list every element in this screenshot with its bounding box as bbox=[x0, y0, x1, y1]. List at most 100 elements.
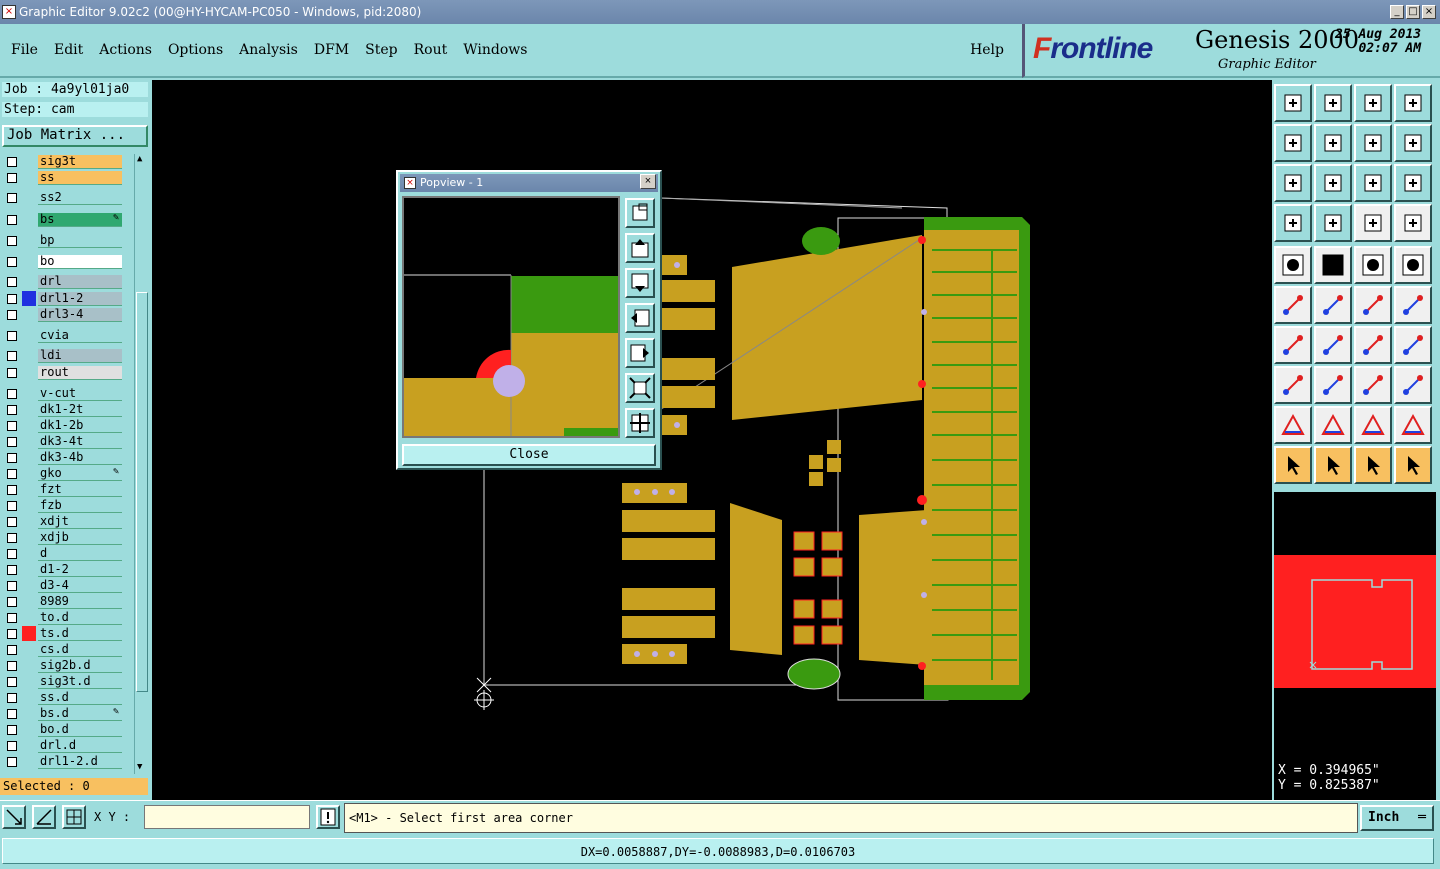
layer-color-swatch[interactable] bbox=[22, 674, 36, 689]
layer-color-swatch[interactable] bbox=[22, 154, 36, 169]
alert-button[interactable] bbox=[316, 805, 340, 829]
scroll-up-icon[interactable]: ▲ bbox=[137, 154, 142, 164]
point-red-button[interactable] bbox=[1354, 286, 1392, 324]
popview-pan-left-button[interactable] bbox=[625, 303, 655, 333]
layer-name[interactable]: bs.d bbox=[38, 706, 122, 721]
mirror-button[interactable] bbox=[1394, 124, 1432, 162]
layer-checkbox[interactable] bbox=[7, 388, 17, 399]
layer-row[interactable]: ss.d bbox=[2, 690, 122, 705]
layer-color-swatch[interactable] bbox=[22, 307, 36, 322]
split-button[interactable] bbox=[1394, 326, 1432, 364]
layer-name[interactable]: cs.d bbox=[38, 642, 122, 657]
popview-zoom-out-button[interactable] bbox=[625, 373, 655, 403]
layer-name[interactable]: drl1-2 bbox=[38, 291, 122, 306]
layer-name[interactable]: d1-2 bbox=[38, 562, 122, 577]
layer-name[interactable]: dk1-2b bbox=[38, 418, 122, 433]
layer-row[interactable]: drl3-4 bbox=[2, 307, 122, 322]
layer-color-swatch[interactable] bbox=[22, 254, 36, 269]
layer-name[interactable]: sig3t bbox=[38, 154, 122, 169]
layer-row[interactable]: xdjt bbox=[2, 514, 122, 529]
layer-checkbox[interactable] bbox=[7, 516, 17, 527]
layer-name[interactable]: gko bbox=[38, 466, 122, 481]
line-blue-button[interactable] bbox=[1314, 326, 1352, 364]
pointer-rotate-button[interactable] bbox=[1354, 446, 1392, 484]
home-button[interactable] bbox=[1354, 84, 1392, 122]
line-red-button[interactable] bbox=[1274, 326, 1312, 364]
layer-row[interactable]: ts.d bbox=[2, 626, 122, 641]
layer-color-swatch[interactable] bbox=[22, 754, 36, 769]
layer-checkbox[interactable] bbox=[7, 436, 17, 447]
menu-dfm[interactable]: DFM bbox=[314, 42, 349, 58]
popview-zoom-in-button[interactable] bbox=[625, 408, 655, 438]
connect-button[interactable] bbox=[1274, 286, 1312, 324]
layer-name[interactable]: v-cut bbox=[38, 386, 122, 401]
popview-pan-right-button[interactable] bbox=[625, 338, 655, 368]
point-blue-button[interactable] bbox=[1394, 286, 1432, 324]
fit-all-button[interactable] bbox=[1314, 164, 1352, 202]
layer-name[interactable]: dk1-2t bbox=[38, 402, 122, 417]
layer-color-swatch[interactable] bbox=[22, 626, 36, 641]
layer-row[interactable]: cvia bbox=[2, 328, 122, 343]
snap-button[interactable] bbox=[2, 805, 26, 829]
layer-row[interactable]: d bbox=[2, 546, 122, 561]
net-select-2-button[interactable] bbox=[1394, 204, 1432, 242]
layer-name[interactable]: sig2b.d bbox=[38, 658, 122, 673]
layer-name[interactable]: sig3t.d bbox=[38, 674, 122, 689]
layer-color-swatch[interactable] bbox=[22, 498, 36, 513]
layer-checkbox[interactable] bbox=[7, 235, 17, 246]
layer-checkbox[interactable] bbox=[7, 708, 17, 719]
layer-checkbox[interactable] bbox=[7, 367, 17, 378]
layer-color-swatch[interactable] bbox=[22, 578, 36, 593]
layer-row[interactable]: ss2 bbox=[2, 190, 122, 205]
layer-color-swatch[interactable] bbox=[22, 642, 36, 657]
layer-name[interactable]: ss2 bbox=[38, 190, 122, 205]
layer-row[interactable]: bs.d ✎ bbox=[2, 706, 122, 721]
layer-checkbox[interactable] bbox=[7, 644, 17, 655]
menu-step[interactable]: Step bbox=[365, 42, 397, 58]
arc-button[interactable] bbox=[1354, 326, 1392, 364]
layer-row[interactable]: dk1-2b bbox=[2, 418, 122, 433]
layer-row[interactable]: sig2b.d bbox=[2, 658, 122, 673]
layer-color-swatch[interactable] bbox=[22, 690, 36, 705]
net-select-button[interactable] bbox=[1354, 204, 1392, 242]
layer-row[interactable]: drl1-2 bbox=[2, 291, 122, 306]
filter-button[interactable] bbox=[1274, 204, 1312, 242]
layer-color-swatch[interactable] bbox=[22, 546, 36, 561]
layer-down-button[interactable] bbox=[1314, 84, 1352, 122]
unit-selector[interactable]: Inch ═ bbox=[1360, 805, 1434, 831]
help-button[interactable] bbox=[1394, 164, 1432, 202]
layer-name[interactable]: drl3-4 bbox=[38, 307, 122, 322]
menu-file[interactable]: File bbox=[11, 42, 38, 58]
layer-checkbox[interactable] bbox=[7, 293, 17, 304]
minimize-button[interactable]: _ bbox=[1390, 5, 1404, 19]
layer-name[interactable]: drl1-2.d bbox=[38, 754, 122, 769]
layer-row[interactable]: drl.d bbox=[2, 738, 122, 753]
resize-button[interactable] bbox=[1354, 366, 1392, 404]
xy-input[interactable] bbox=[144, 805, 310, 829]
cross-button[interactable] bbox=[1314, 286, 1352, 324]
scale-1-2-button[interactable] bbox=[1354, 164, 1392, 202]
menu-rout[interactable]: Rout bbox=[414, 42, 448, 58]
pointer-path-button[interactable] bbox=[1394, 446, 1432, 484]
layer-row[interactable]: v-cut bbox=[2, 386, 122, 401]
popview-close-icon[interactable]: × bbox=[640, 174, 656, 189]
menu-analysis[interactable]: Analysis bbox=[239, 42, 298, 58]
layer-row[interactable]: to.d bbox=[2, 610, 122, 625]
layer-checkbox[interactable] bbox=[7, 756, 17, 767]
layer-name[interactable]: ss.d bbox=[38, 690, 122, 705]
layer-name[interactable]: drl.d bbox=[38, 738, 122, 753]
layer-name[interactable]: 8989 bbox=[38, 594, 122, 609]
popview-pan-up-button[interactable] bbox=[625, 233, 655, 263]
layer-checkbox[interactable] bbox=[7, 596, 17, 607]
scroll-thumb[interactable] bbox=[136, 292, 148, 692]
layer-name[interactable]: xdjb bbox=[38, 530, 122, 545]
layer-color-swatch[interactable] bbox=[22, 348, 36, 363]
layer-row[interactable]: d1-2 bbox=[2, 562, 122, 577]
layer-row[interactable]: drl bbox=[2, 274, 122, 289]
layer-color-swatch[interactable] bbox=[22, 594, 36, 609]
layer-checkbox[interactable] bbox=[7, 740, 17, 751]
layer-checkbox[interactable] bbox=[7, 276, 17, 287]
add-pad-button[interactable] bbox=[1274, 246, 1312, 284]
fit-vertical-button[interactable] bbox=[1274, 164, 1312, 202]
layer-color-swatch[interactable] bbox=[22, 482, 36, 497]
